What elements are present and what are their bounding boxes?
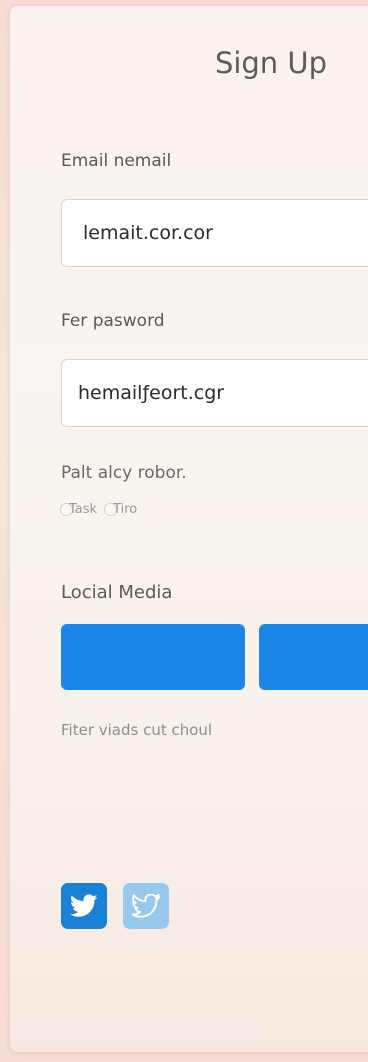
password-field-value: hemailƒeort.cgr [78,382,225,404]
password-field[interactable]: hemailƒeort.cgr [61,359,368,427]
social-note: Fiter viads cut choul [61,721,213,739]
signup-page: Sign Up Email nemail lemait.cor.cor Fer … [0,0,368,1062]
radio-option-task[interactable]: Task [60,502,100,517]
social-media-heading: Locial Media [61,582,173,603]
email-field-value: lemait.cor.cor [83,222,213,244]
radio-option-label: Task [69,501,98,517]
social-login-button-secondary[interactable] [259,624,368,690]
options-label: Palt alcy robor. [61,463,187,483]
twitter-outline-icon[interactable] [123,883,169,929]
twitter-bird-icon [70,894,98,917]
signup-card: Sign Up Email nemail lemait.cor.cor Fer … [10,6,368,1052]
page-title: Sign Up [214,46,328,80]
options-radio-group: Task Tiro [60,501,144,517]
password-label: Fer pasword [61,311,165,331]
email-field[interactable]: lemait.cor.cor [61,199,368,267]
twitter-icon[interactable] [61,883,107,929]
radio-option-tiro[interactable]: Tiro [104,502,140,517]
twitter-bird-outline-icon [132,894,160,918]
radio-option-label: Tiro [113,501,138,517]
social-login-button-primary[interactable] [61,624,245,690]
email-label: Email nemail [61,151,172,171]
